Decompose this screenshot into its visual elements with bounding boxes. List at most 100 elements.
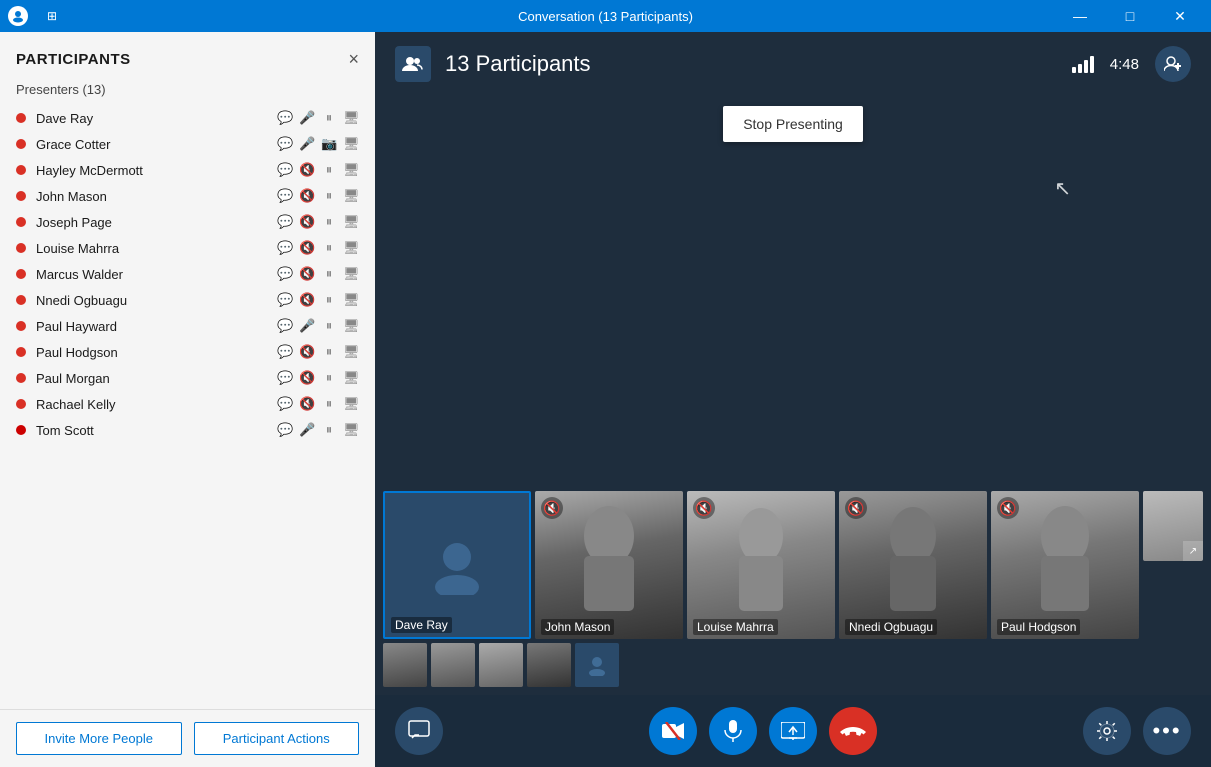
list-item[interactable]: Joseph Page 💬 🔇 ⏸ 🖥: [8, 209, 367, 235]
video-thumbnail-louise-mahrra[interactable]: 🔇 Louise Mahrra: [687, 491, 835, 639]
participant-name: Grace Cotter: [36, 137, 277, 152]
small-thumbnail[interactable]: [527, 643, 571, 687]
pause-icon: ⏸: [321, 240, 337, 256]
more-options-btn[interactable]: •••: [1143, 707, 1191, 755]
small-thumbnail[interactable]: [383, 643, 427, 687]
list-item[interactable]: Dave Ray 💬 🎤 ⏸ 🖥: [8, 105, 367, 131]
mute-icon: 🔇: [997, 497, 1019, 519]
mic-toggle-btn[interactable]: [709, 707, 757, 755]
screen-icon: 🖥: [343, 214, 359, 230]
list-item[interactable]: Tom Scott 💬 🎤 ⏸ 🖥: [8, 417, 367, 443]
participant-name: Paul Morgan: [36, 371, 277, 386]
toolbar-center: [649, 707, 877, 755]
status-dot: [16, 269, 26, 279]
add-participant-btn[interactable]: [1155, 46, 1191, 82]
participant-name: Paul Hayward: [36, 319, 277, 334]
participant-name: Paul Hodgson: [36, 345, 277, 360]
call-timer: 4:48: [1110, 56, 1139, 73]
sidebar-title: PARTICIPANTS: [16, 51, 131, 68]
status-dot: [16, 425, 26, 435]
small-thumbnail[interactable]: [575, 643, 619, 687]
screen-icon: 🖥: [343, 318, 359, 334]
end-call-btn[interactable]: [829, 707, 877, 755]
participant-icons: 💬 🔇 ⏸ 🖥: [277, 344, 359, 360]
mic-muted-icon: 🔇: [299, 292, 315, 308]
participants-group-icon: [395, 46, 431, 82]
close-btn[interactable]: ✕: [1157, 0, 1203, 32]
mic-muted-icon: 🔇: [299, 396, 315, 412]
mic-icon: 🎤: [299, 422, 315, 438]
pause-icon: ⏸: [321, 214, 337, 230]
participant-icons: 💬 🔇 ⏸ 🖥: [277, 214, 359, 230]
chat-icon: 💬: [277, 188, 293, 204]
video-thumbnail-john-mason[interactable]: 🔇 John Mason: [535, 491, 683, 639]
snap-layout-btn[interactable]: ⊞: [36, 0, 68, 32]
list-item[interactable]: Paul Morgan 💬 🔇 ⏸ 🖥: [8, 365, 367, 391]
participant-actions-btn[interactable]: Participant Actions: [194, 722, 360, 755]
small-thumbnail[interactable]: [479, 643, 523, 687]
list-item[interactable]: Rachael Kelly 💬 🔇 ⏸ 🖥: [8, 391, 367, 417]
chat-icon: 💬: [277, 292, 293, 308]
participant-icons: 💬 🔇 ⏸ 🖥: [277, 240, 359, 256]
chat-icon: 💬: [277, 422, 293, 438]
thumbnail-label: John Mason: [541, 619, 614, 635]
list-item[interactable]: Paul Hodgson 💬 🔇 ⏸ 🖥: [8, 339, 367, 365]
screen-icon: 🖥: [343, 240, 359, 256]
participant-name: Dave Ray: [36, 111, 277, 126]
list-item[interactable]: Louise Mahrra 💬 🔇 ⏸ 🖥: [8, 235, 367, 261]
chat-icon: 💬: [277, 318, 293, 334]
list-item[interactable]: Paul Hayward 💬 🎤 ⏸ 🖥: [8, 313, 367, 339]
sidebar-actions: Invite More People Participant Actions: [0, 709, 375, 767]
pause-icon: ⏸: [321, 162, 337, 178]
small-thumbnails: [383, 643, 1211, 687]
mic-icon: 🎤: [299, 110, 315, 126]
title-bar: ⊞ Conversation (13 Participants) — □ ✕: [0, 0, 1211, 32]
mic-muted-icon: 🔇: [299, 266, 315, 282]
minimize-btn[interactable]: —: [1057, 0, 1103, 32]
chat-icon: 💬: [277, 162, 293, 178]
stop-presenting-btn[interactable]: Stop Presenting: [723, 106, 863, 142]
participant-name: Rachael Kelly: [36, 397, 277, 412]
status-dot: [16, 113, 26, 123]
list-item[interactable]: John Mason 💬 🔇 ⏸ 🖥: [8, 183, 367, 209]
video-thumbnail-dave-ray[interactable]: Dave Ray: [383, 491, 531, 639]
video-header: 13 Participants 4:48: [375, 32, 1211, 96]
share-screen-btn[interactable]: [769, 707, 817, 755]
participant-name: Nnedi Ogbuagu: [36, 293, 277, 308]
participant-icons: 💬 🔇 ⏸ 🖥: [277, 370, 359, 386]
mic-icon: 🎤: [299, 318, 315, 334]
small-thumbnail[interactable]: [431, 643, 475, 687]
sidebar-close-btn[interactable]: ×: [348, 50, 359, 68]
video-thumbnail-nnedi-ogbuagu[interactable]: 🔇 Nnedi Ogbuagu: [839, 491, 987, 639]
status-dot: [16, 399, 26, 409]
screen-icon: 🖥: [343, 344, 359, 360]
thumbnail-label: Louise Mahrra: [693, 619, 778, 635]
maximize-btn[interactable]: □: [1107, 0, 1153, 32]
screen-icon: 🖥: [343, 110, 359, 126]
status-dot: [16, 373, 26, 383]
invite-more-btn[interactable]: Invite More People: [16, 722, 182, 755]
screen-icon: 🖥: [343, 136, 359, 152]
window-title: Conversation (13 Participants): [518, 9, 693, 24]
mic-muted-icon: 🔇: [299, 188, 315, 204]
video-toggle-btn[interactable]: [649, 707, 697, 755]
list-item[interactable]: Marcus Walder 💬 🔇 ⏸ 🖥: [8, 261, 367, 287]
participant-name: Joseph Page: [36, 215, 277, 230]
chat-icon: 💬: [277, 370, 293, 386]
participant-name: Louise Mahrra: [36, 241, 277, 256]
participant-icons: 💬 🎤 ⏸ 🖥: [277, 318, 359, 334]
pause-icon: ⏸: [321, 292, 337, 308]
pause-icon: ⏸: [321, 396, 337, 412]
pause-icon: ⏸: [321, 266, 337, 282]
thumbnail-label: Paul Hodgson: [997, 619, 1080, 635]
title-bar-extra-controls: ⊞: [36, 0, 68, 32]
list-item[interactable]: Hayley McDermott 💬 🔇 ⏸ 🖥: [8, 157, 367, 183]
list-item[interactable]: Nnedi Ogbuagu 💬 🔇 ⏸ 🖥: [8, 287, 367, 313]
messages-btn[interactable]: [395, 707, 443, 755]
settings-btn[interactable]: [1083, 707, 1131, 755]
list-item[interactable]: Grace Cotter 💬 🎤 📷 🖥: [8, 131, 367, 157]
participant-icons: 💬 🎤 📷 🖥: [277, 136, 359, 152]
video-thumbnail-paul-hodgson[interactable]: 🔇 Paul Hodgson: [991, 491, 1139, 639]
pause-icon: ⏸: [321, 370, 337, 386]
chat-icon: 💬: [277, 396, 293, 412]
